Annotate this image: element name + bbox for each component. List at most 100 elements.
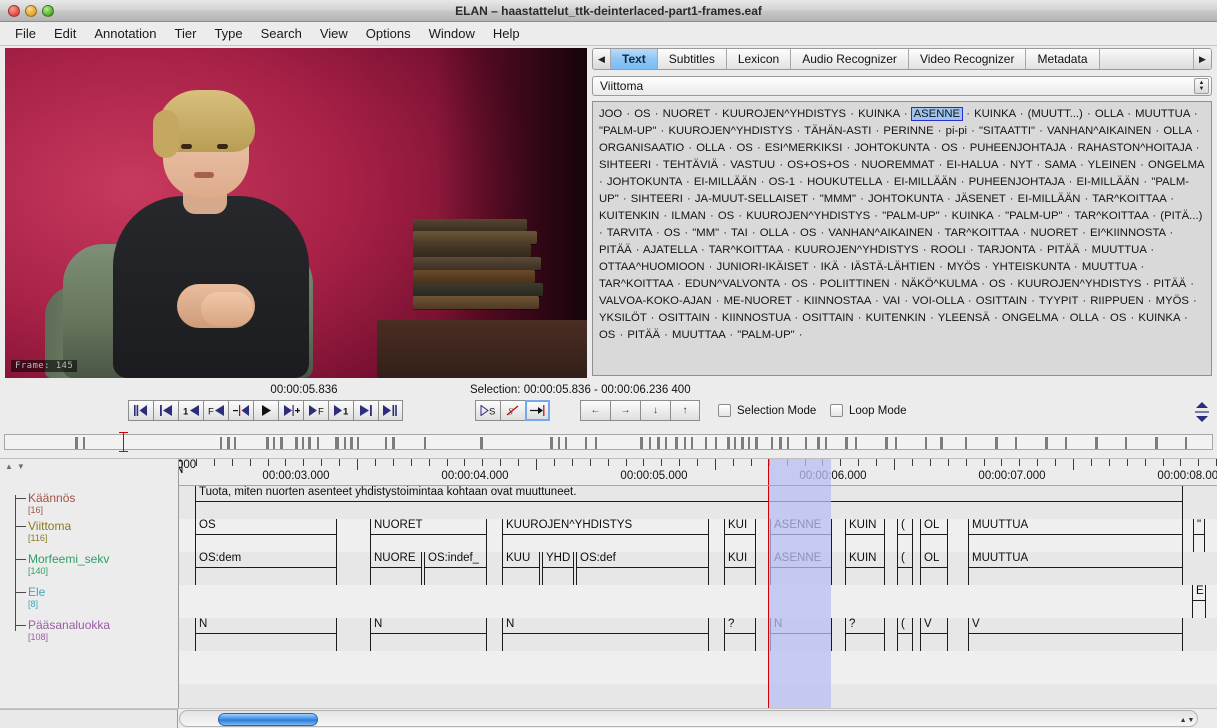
annotation-block[interactable]: MUUTTUA: [968, 519, 1183, 552]
track-viittoma[interactable]: OSNUORETKUUROJEN^YHDISTYSKUIASENNEKUIN(O…: [179, 519, 1217, 552]
crosshair-to-selection-button[interactable]: [525, 400, 550, 421]
annotation-block[interactable]: KUI: [724, 552, 756, 585]
horizontal-scroll-thumb[interactable]: [218, 713, 318, 726]
tab-subtitles[interactable]: Subtitles: [657, 49, 727, 69]
play-selection-button[interactable]: S: [475, 400, 500, 421]
annotation-block[interactable]: N: [370, 618, 487, 651]
annotation-block[interactable]: MUUTTUA: [968, 552, 1183, 585]
scroll-up-icon[interactable]: ▲: [1180, 717, 1187, 724]
previous-scroll-view-button[interactable]: [153, 400, 178, 421]
density-track[interactable]: [4, 434, 1213, 450]
annotation-block[interactable]: OS: [195, 519, 337, 552]
track-empty-2[interactable]: [179, 684, 1217, 709]
menu-type[interactable]: Type: [205, 24, 251, 43]
tier-select-combo[interactable]: Viittoma ▲ ▼: [592, 76, 1212, 96]
sidebar-item-morfeemi-sekv[interactable]: Morfeemi_sekv [140]: [0, 539, 179, 576]
menu-search[interactable]: Search: [252, 24, 311, 43]
sidebar-item-viittoma[interactable]: Viittoma [116]: [0, 506, 179, 543]
density-crosshair-handle[interactable]: [119, 432, 128, 452]
next-second-button[interactable]: 1: [328, 400, 353, 421]
annotation-block[interactable]: V: [968, 618, 1183, 651]
sidebar-item-ele[interactable]: Ele [8]: [0, 572, 179, 609]
next-pixel-button[interactable]: [278, 400, 303, 421]
annotation-below-button[interactable]: ↓: [640, 400, 670, 421]
timeline-crosshair[interactable]: [768, 486, 769, 709]
annotation-block[interactable]: OS:def: [576, 552, 709, 585]
annotation-block[interactable]: N: [502, 618, 709, 651]
annotation-density-bar[interactable]: [4, 432, 1213, 452]
next-scroll-view-button[interactable]: [353, 400, 378, 421]
selection-mode-toggle[interactable]: Selection Mode: [718, 404, 816, 417]
tab-lexicon[interactable]: Lexicon: [726, 49, 792, 69]
tab-scroll-left-icon[interactable]: ◀: [593, 49, 611, 69]
annotation-block[interactable]: V: [920, 618, 948, 651]
sort-down-icon[interactable]: ▼: [17, 462, 25, 471]
video-viewer[interactable]: Frame: 145: [5, 48, 587, 378]
previous-frame-button[interactable]: F: [203, 400, 228, 421]
menu-help[interactable]: Help: [484, 24, 529, 43]
menu-edit[interactable]: Edit: [45, 24, 85, 43]
annotation-block[interactable]: E: [1192, 585, 1206, 618]
annotation-block[interactable]: (: [897, 618, 913, 651]
annotation-block[interactable]: Tuota, miten nuorten asenteet yhdistysto…: [195, 486, 1183, 519]
annotation-tracks[interactable]: Tuota, miten nuorten asenteet yhdistysto…: [179, 486, 1217, 709]
gloss-selected-annotation[interactable]: ASENNE: [910, 107, 964, 121]
annotation-block[interactable]: (: [897, 552, 913, 585]
time-ruler[interactable]: 000 00:00:03.00000:00:04.00000:00:05.000…: [179, 459, 1217, 486]
tier-sort-controls[interactable]: ▲ ▼: [5, 462, 25, 471]
menu-file[interactable]: File: [6, 24, 45, 43]
loop-mode-toggle[interactable]: Loop Mode: [830, 404, 907, 417]
scroll-down-icon[interactable]: ▼: [1188, 717, 1195, 724]
tab-audio-recognizer[interactable]: Audio Recognizer: [791, 49, 909, 69]
tab-metadata[interactable]: Metadata: [1026, 49, 1100, 69]
annotation-block[interactable]: ": [1193, 519, 1205, 552]
tab-scroll-right-icon[interactable]: ▶: [1193, 49, 1211, 69]
next-frame-button[interactable]: F: [303, 400, 328, 421]
previous-boundary-button[interactable]: [228, 400, 253, 421]
annotation-block[interactable]: OS:dem: [195, 552, 337, 585]
loop-mode-checkbox[interactable]: [830, 404, 843, 417]
annotation-block[interactable]: NUORE: [370, 552, 422, 585]
tier-select-spinner[interactable]: ▲ ▼: [1194, 78, 1209, 94]
text-viewer[interactable]: JOO · OS · NUORET · KUUROJEN^YHDISTYS · …: [592, 101, 1212, 376]
track-ele[interactable]: E: [179, 585, 1217, 618]
sort-up-icon[interactable]: ▲: [5, 462, 13, 471]
ruler-crosshair[interactable]: [768, 459, 769, 485]
horizontal-scrollbar[interactable]: ▲ ▼: [179, 710, 1198, 727]
selection-mode-checkbox[interactable]: [718, 404, 731, 417]
menu-tier[interactable]: Tier: [166, 24, 206, 43]
annotation-block[interactable]: OS:indef_: [424, 552, 487, 585]
track-paasanaluokka[interactable]: NNN?N?(VV: [179, 618, 1217, 651]
previous-annotation-button[interactable]: ←: [580, 400, 610, 421]
track-morfeemi-sekv[interactable]: OS:demNUOREOS:indef_KUUYHDOS:defKUIASENN…: [179, 552, 1217, 585]
go-to-end-button[interactable]: [378, 400, 403, 421]
annotation-block[interactable]: OL: [920, 552, 948, 585]
menu-view[interactable]: View: [311, 24, 357, 43]
track-empty-1[interactable]: [179, 651, 1217, 684]
annotation-block[interactable]: OL: [920, 519, 948, 552]
play-pause-button[interactable]: [253, 400, 278, 421]
next-annotation-button[interactable]: →: [610, 400, 640, 421]
annotation-block[interactable]: KUIN: [845, 552, 885, 585]
menu-annotation[interactable]: Annotation: [85, 24, 165, 43]
annotation-block[interactable]: YHD: [542, 552, 574, 585]
annotation-block[interactable]: N: [195, 618, 337, 651]
tab-video-recognizer[interactable]: Video Recognizer: [908, 49, 1027, 69]
scroll-stepper[interactable]: ▲ ▼: [1179, 713, 1195, 728]
clear-selection-button[interactable]: S: [500, 400, 525, 421]
annotation-block[interactable]: NUORET: [370, 519, 487, 552]
annotation-block[interactable]: KUU: [502, 552, 540, 585]
annotation-block[interactable]: KUI: [724, 519, 756, 552]
menu-window[interactable]: Window: [420, 24, 484, 43]
annotation-block[interactable]: KUUROJEN^YHDISTYS: [502, 519, 709, 552]
ruler-crosshair-handle[interactable]: [179, 460, 185, 479]
sidebar-item-kaannos[interactable]: Käännös [16]: [0, 473, 179, 515]
track-kaannos[interactable]: Tuota, miten nuorten asenteet yhdistysto…: [179, 486, 1217, 519]
annotation-block[interactable]: (: [897, 519, 913, 552]
annotation-block[interactable]: KUIN: [845, 519, 885, 552]
previous-second-button[interactable]: 1: [178, 400, 203, 421]
volume-rate-toggle-icon[interactable]: [1193, 400, 1211, 424]
go-to-begin-button[interactable]: [128, 400, 153, 421]
tab-text[interactable]: Text: [611, 49, 658, 69]
annotation-block[interactable]: ?: [724, 618, 756, 651]
